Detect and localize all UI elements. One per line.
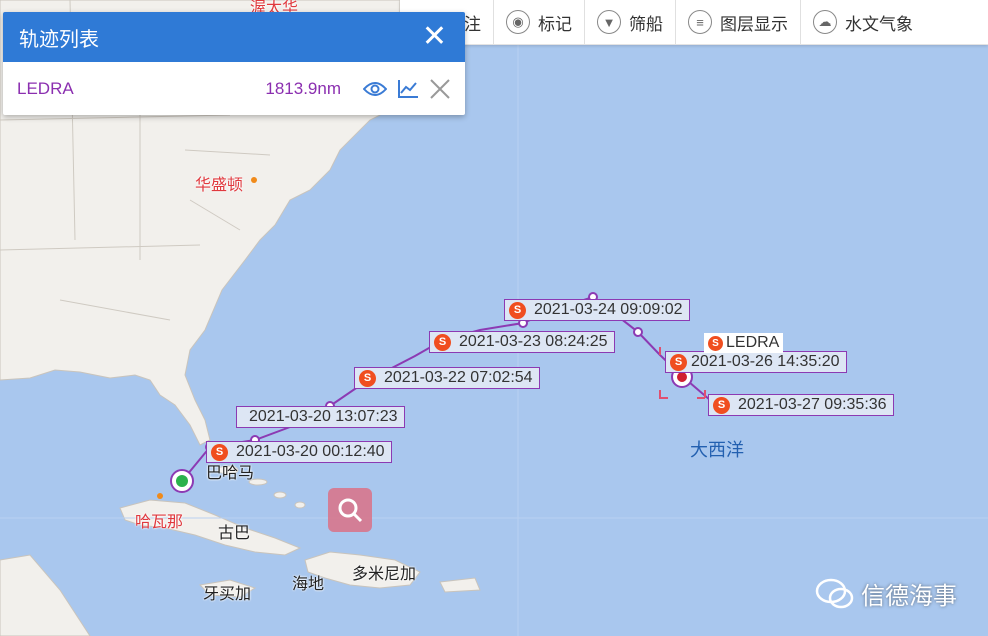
toolbar-annotate-label: 注 [464, 14, 481, 34]
track-label[interactable]: S 2021-03-22 07:02:54 [354, 367, 540, 389]
panel-close-icon[interactable]: ✕ [422, 22, 447, 52]
track-label-time: 2021-03-22 07:02:54 [384, 369, 533, 386]
place-label-jamaica: 牙买加 [203, 586, 252, 603]
track-list-row[interactable]: LEDRA 1813.9nm [3, 62, 465, 115]
toolbar-layers[interactable]: ≡ 图层显示 [675, 0, 800, 44]
weather-icon: ☁ [813, 10, 837, 34]
watermark-text: 信德海事 [861, 583, 957, 610]
ship-s-icon: S [509, 301, 526, 319]
toolbar-weather[interactable]: ☁ 水文气象 [800, 0, 925, 44]
layers-icon: ≡ [688, 10, 712, 34]
map-search-button[interactable] [328, 488, 372, 532]
track-label-time: 2021-03-24 09:09:02 [534, 301, 683, 318]
ship-s-icon: S [670, 353, 687, 371]
track-vessel-name: LEDRA [17, 78, 74, 98]
remove-icon[interactable] [429, 78, 451, 100]
wechat-icon [815, 578, 854, 608]
track-distance: 1813.9nm [265, 78, 341, 98]
track-label[interactable]: S 2021-03-23 08:24:25 [429, 331, 615, 353]
toolbar-weather-label: 水文气象 [845, 14, 913, 34]
ship-name: LEDRA [726, 334, 780, 351]
tag-icon: ◉ [506, 10, 530, 34]
toolbar-tag-label: 标记 [538, 14, 572, 34]
filter-icon: ▼ [597, 10, 621, 34]
track-label-time: 2021-03-26 14:35:20 [691, 353, 840, 370]
place-label-washington: 华盛顿 [195, 177, 244, 194]
track-label[interactable]: 2021-03-20 13:07:23 [236, 406, 405, 428]
havana-dot [157, 493, 163, 499]
ship-s-icon: S [211, 443, 228, 461]
map-toolbar: 注 ◉ 标记 ▼ 筛船 ≡ 图层显示 ☁ 水文气象 [400, 0, 988, 45]
track-label[interactable]: S 2021-03-26 14:35:20 [665, 351, 847, 373]
washington-dot [251, 177, 257, 183]
toolbar-tag[interactable]: ◉ 标记 [493, 0, 584, 44]
panel-header: 轨迹列表 ✕ [3, 12, 465, 62]
track-label[interactable]: S 2021-03-20 00:12:40 [206, 441, 392, 463]
place-label-dominican: 多米尼加 [352, 566, 417, 583]
track-label-time: 2021-03-20 00:12:40 [236, 443, 385, 460]
eye-icon[interactable] [363, 81, 387, 97]
track-label-time: 2021-03-20 13:07:23 [249, 408, 398, 425]
track-list-panel: 轨迹列表 ✕ LEDRA 1813.9nm [3, 12, 465, 115]
panel-title: 轨迹列表 [19, 28, 99, 51]
toolbar-layers-label: 图层显示 [720, 14, 788, 34]
track-label[interactable]: S 2021-03-27 09:35:36 [708, 394, 894, 416]
ship-s-icon: S [434, 333, 451, 351]
ship-name-label[interactable]: S LEDRA [704, 333, 784, 353]
place-label-havana: 哈瓦那 [135, 514, 184, 531]
place-label-atlantic: 大西洋 [690, 440, 744, 460]
ship-s-icon: S [359, 369, 376, 387]
ship-s-icon: S [708, 335, 723, 351]
toolbar-filter[interactable]: ▼ 筛船 [584, 0, 675, 44]
track-label[interactable]: S 2021-03-24 09:09:02 [504, 299, 690, 321]
track-label-time: 2021-03-23 08:24:25 [459, 333, 608, 350]
place-label-cuba: 古巴 [218, 525, 251, 542]
watermark: 信德海事 [815, 576, 957, 611]
search-icon [338, 498, 363, 523]
track-label-time: 2021-03-27 09:35:36 [738, 396, 887, 413]
ship-s-icon: S [713, 396, 730, 414]
place-label-haiti: 海地 [292, 576, 325, 593]
chart-icon[interactable] [397, 79, 419, 99]
toolbar-filter-label: 筛船 [629, 14, 663, 34]
